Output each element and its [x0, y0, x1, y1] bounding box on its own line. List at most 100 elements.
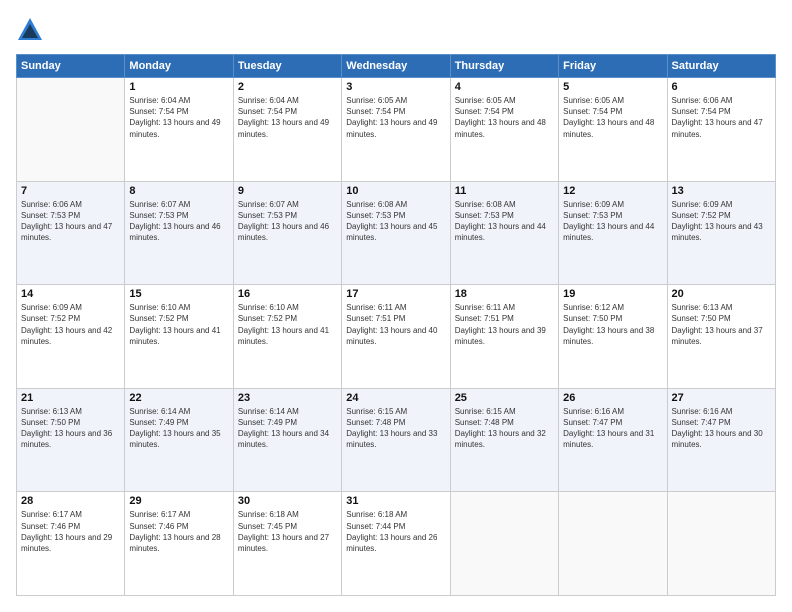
day-info: Sunrise: 6:16 AM Sunset: 7:47 PM Dayligh… [563, 406, 662, 451]
day-info: Sunrise: 6:11 AM Sunset: 7:51 PM Dayligh… [346, 302, 445, 347]
calendar-cell [667, 492, 775, 596]
day-info: Sunrise: 6:06 AM Sunset: 7:53 PM Dayligh… [21, 199, 120, 244]
calendar-cell: 29 Sunrise: 6:17 AM Sunset: 7:46 PM Dayli… [125, 492, 233, 596]
calendar-cell: 1 Sunrise: 6:04 AM Sunset: 7:54 PM Daylig… [125, 78, 233, 182]
day-info: Sunrise: 6:13 AM Sunset: 7:50 PM Dayligh… [21, 406, 120, 451]
day-number: 5 [563, 81, 662, 93]
day-info: Sunrise: 6:05 AM Sunset: 7:54 PM Dayligh… [563, 95, 662, 140]
calendar-cell: 18Sunrise: 6:11 AM Sunset: 7:51 PM Dayli… [450, 285, 558, 389]
calendar-cell: 2 Sunrise: 6:04 AM Sunset: 7:54 PM Daylig… [233, 78, 341, 182]
day-number: 15 [129, 288, 228, 300]
day-info: Sunrise: 6:07 AM Sunset: 7:53 PM Dayligh… [238, 199, 337, 244]
calendar-week-row: 14Sunrise: 6:09 AM Sunset: 7:52 PM Dayli… [17, 285, 776, 389]
day-number: 4 [455, 81, 554, 93]
calendar-cell: 7Sunrise: 6:06 AM Sunset: 7:53 PM Daylig… [17, 181, 125, 285]
day-info: Sunrise: 6:14 AM Sunset: 7:49 PM Dayligh… [238, 406, 337, 451]
calendar-header-tuesday: Tuesday [233, 55, 341, 78]
day-info: Sunrise: 6:08 AM Sunset: 7:53 PM Dayligh… [455, 199, 554, 244]
calendar-cell: 27 Sunrise: 6:16 AM Sunset: 7:47 PM Dayli… [667, 388, 775, 492]
day-number: 28 [21, 495, 120, 507]
calendar-cell: 25Sunrise: 6:15 AM Sunset: 7:48 PM Dayli… [450, 388, 558, 492]
day-info: Sunrise: 6:04 AM Sunset: 7:54 PM Dayligh… [238, 95, 337, 140]
day-info: Sunrise: 6:16 AM Sunset: 7:47 PM Dayligh… [672, 406, 771, 451]
calendar-header-row: SundayMondayTuesdayWednesdayThursdayFrid… [17, 55, 776, 78]
day-number: 25 [455, 392, 554, 404]
calendar-cell: 24Sunrise: 6:15 AM Sunset: 7:48 PM Dayli… [342, 388, 450, 492]
day-info: Sunrise: 6:17 AM Sunset: 7:46 PM Dayligh… [129, 509, 228, 554]
day-info: Sunrise: 6:17 AM Sunset: 7:46 PM Dayligh… [21, 509, 120, 554]
calendar-cell: 3 Sunrise: 6:05 AM Sunset: 7:54 PM Daylig… [342, 78, 450, 182]
page: SundayMondayTuesdayWednesdayThursdayFrid… [0, 0, 792, 612]
day-number: 10 [346, 185, 445, 197]
day-number: 9 [238, 185, 337, 197]
day-number: 1 [129, 81, 228, 93]
day-info: Sunrise: 6:10 AM Sunset: 7:52 PM Dayligh… [129, 302, 228, 347]
calendar-cell: 23 Sunrise: 6:14 AM Sunset: 7:49 PM Dayli… [233, 388, 341, 492]
day-number: 20 [672, 288, 771, 300]
day-info: Sunrise: 6:04 AM Sunset: 7:54 PM Dayligh… [129, 95, 228, 140]
calendar-header-saturday: Saturday [667, 55, 775, 78]
calendar-cell: 26 Sunrise: 6:16 AM Sunset: 7:47 PM Dayli… [559, 388, 667, 492]
day-number: 14 [21, 288, 120, 300]
day-info: Sunrise: 6:18 AM Sunset: 7:45 PM Dayligh… [238, 509, 337, 554]
day-number: 11 [455, 185, 554, 197]
day-number: 24 [346, 392, 445, 404]
day-number: 30 [238, 495, 337, 507]
day-info: Sunrise: 6:08 AM Sunset: 7:53 PM Dayligh… [346, 199, 445, 244]
day-info: Sunrise: 6:07 AM Sunset: 7:53 PM Dayligh… [129, 199, 228, 244]
calendar-cell: 21Sunrise: 6:13 AM Sunset: 7:50 PM Dayli… [17, 388, 125, 492]
day-number: 27 [672, 392, 771, 404]
calendar-cell [559, 492, 667, 596]
day-info: Sunrise: 6:05 AM Sunset: 7:54 PM Dayligh… [346, 95, 445, 140]
header [16, 16, 776, 44]
day-number: 26 [563, 392, 662, 404]
calendar-cell: 12Sunrise: 6:09 AM Sunset: 7:53 PM Dayli… [559, 181, 667, 285]
calendar-cell [450, 492, 558, 596]
calendar-week-row: 1 Sunrise: 6:04 AM Sunset: 7:54 PM Daylig… [17, 78, 776, 182]
calendar-cell: 4Sunrise: 6:05 AM Sunset: 7:54 PM Daylig… [450, 78, 558, 182]
logo-icon [16, 16, 44, 44]
day-number: 6 [672, 81, 771, 93]
calendar-cell: 14Sunrise: 6:09 AM Sunset: 7:52 PM Dayli… [17, 285, 125, 389]
day-info: Sunrise: 6:10 AM Sunset: 7:52 PM Dayligh… [238, 302, 337, 347]
calendar-cell: 9 Sunrise: 6:07 AM Sunset: 7:53 PM Daylig… [233, 181, 341, 285]
calendar-cell: 10 Sunrise: 6:08 AM Sunset: 7:53 PM Dayli… [342, 181, 450, 285]
calendar-cell [17, 78, 125, 182]
logo [16, 16, 48, 44]
day-number: 19 [563, 288, 662, 300]
calendar-header-sunday: Sunday [17, 55, 125, 78]
day-number: 8 [129, 185, 228, 197]
calendar-cell: 5 Sunrise: 6:05 AM Sunset: 7:54 PM Daylig… [559, 78, 667, 182]
day-info: Sunrise: 6:13 AM Sunset: 7:50 PM Dayligh… [672, 302, 771, 347]
calendar-week-row: 7Sunrise: 6:06 AM Sunset: 7:53 PM Daylig… [17, 181, 776, 285]
day-number: 13 [672, 185, 771, 197]
day-info: Sunrise: 6:12 AM Sunset: 7:50 PM Dayligh… [563, 302, 662, 347]
calendar-cell: 13 Sunrise: 6:09 AM Sunset: 7:52 PM Dayli… [667, 181, 775, 285]
day-number: 2 [238, 81, 337, 93]
day-number: 3 [346, 81, 445, 93]
calendar-cell: 6 Sunrise: 6:06 AM Sunset: 7:54 PM Daylig… [667, 78, 775, 182]
calendar-cell: 28 Sunrise: 6:17 AM Sunset: 7:46 PM Dayli… [17, 492, 125, 596]
calendar-week-row: 21Sunrise: 6:13 AM Sunset: 7:50 PM Dayli… [17, 388, 776, 492]
calendar-cell: 15 Sunrise: 6:10 AM Sunset: 7:52 PM Dayli… [125, 285, 233, 389]
day-info: Sunrise: 6:06 AM Sunset: 7:54 PM Dayligh… [672, 95, 771, 140]
day-number: 23 [238, 392, 337, 404]
calendar-cell: 20 Sunrise: 6:13 AM Sunset: 7:50 PM Dayli… [667, 285, 775, 389]
calendar-cell: 16 Sunrise: 6:10 AM Sunset: 7:52 PM Dayli… [233, 285, 341, 389]
calendar-cell: 19 Sunrise: 6:12 AM Sunset: 7:50 PM Dayli… [559, 285, 667, 389]
calendar-cell: 17 Sunrise: 6:11 AM Sunset: 7:51 PM Dayli… [342, 285, 450, 389]
day-number: 16 [238, 288, 337, 300]
day-number: 17 [346, 288, 445, 300]
calendar-cell: 22 Sunrise: 6:14 AM Sunset: 7:49 PM Dayli… [125, 388, 233, 492]
calendar-cell: 30 Sunrise: 6:18 AM Sunset: 7:45 PM Dayli… [233, 492, 341, 596]
day-number: 22 [129, 392, 228, 404]
calendar-header-wednesday: Wednesday [342, 55, 450, 78]
calendar-header-friday: Friday [559, 55, 667, 78]
day-info: Sunrise: 6:14 AM Sunset: 7:49 PM Dayligh… [129, 406, 228, 451]
calendar-header-thursday: Thursday [450, 55, 558, 78]
calendar-table: SundayMondayTuesdayWednesdayThursdayFrid… [16, 54, 776, 596]
day-number: 29 [129, 495, 228, 507]
day-info: Sunrise: 6:09 AM Sunset: 7:52 PM Dayligh… [672, 199, 771, 244]
calendar-cell: 31Sunrise: 6:18 AM Sunset: 7:44 PM Dayli… [342, 492, 450, 596]
calendar-cell: 8 Sunrise: 6:07 AM Sunset: 7:53 PM Daylig… [125, 181, 233, 285]
